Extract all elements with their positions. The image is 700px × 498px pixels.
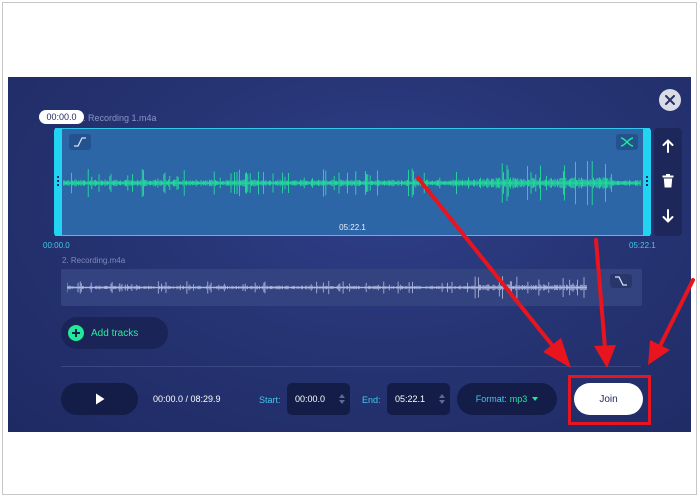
delete-track-button[interactable] [658, 171, 678, 191]
add-tracks-label: Add tracks [91, 327, 139, 339]
playback-time: 00:00.0 / 08:29.9 [153, 394, 221, 404]
track2-waveform[interactable] [61, 269, 642, 306]
play-icon [95, 393, 104, 405]
fade-out-button[interactable] [610, 274, 632, 288]
format-label: Format: [475, 394, 507, 404]
track-tools [654, 128, 682, 236]
play-button[interactable] [61, 383, 138, 415]
track1-waveform-selected[interactable]: 05:22.1 [54, 128, 651, 236]
trim-handle-left[interactable] [54, 128, 62, 236]
swap-button[interactable] [616, 134, 638, 150]
add-tracks-button[interactable]: Add tracks [61, 317, 168, 349]
timeline-end-tick: 05:22.1 [629, 241, 656, 250]
track1-waveform-graphic [63, 161, 641, 205]
format-value: mp3 [509, 394, 528, 404]
start-label: Start: [259, 395, 281, 405]
playhead-time-pill: 00:00.0 [39, 110, 84, 124]
end-time-field[interactable]: 05:22.1 [387, 383, 450, 415]
grip-icon [646, 176, 648, 188]
fade-in-button[interactable] [69, 134, 91, 150]
fade-in-icon [74, 137, 86, 147]
close-icon [665, 95, 675, 105]
start-time-value[interactable]: 00:00.0 [295, 394, 339, 404]
track2-name: 2. Recording.m4a [62, 256, 126, 265]
end-time-value[interactable]: 05:22.1 [395, 394, 439, 404]
track1-name: 2. Recording 1.m4a [78, 113, 157, 123]
divider [61, 366, 641, 367]
trim-handle-right[interactable] [643, 128, 651, 236]
arrow-up-icon [662, 139, 674, 153]
swap-icon [620, 137, 634, 147]
fade-out-icon [615, 276, 627, 286]
start-time-field[interactable]: 00:00.0 [287, 383, 350, 415]
trash-icon [662, 174, 674, 188]
format-dropdown[interactable]: Format: mp3 [457, 383, 557, 415]
track2-waveform-graphic [67, 276, 587, 299]
close-button[interactable] [659, 89, 681, 111]
move-down-button[interactable] [658, 206, 678, 226]
arrow-down-icon [662, 209, 674, 223]
grip-icon [57, 176, 59, 188]
start-time-stepper[interactable] [339, 394, 345, 404]
end-time-stepper[interactable] [439, 394, 445, 404]
move-up-button[interactable] [658, 136, 678, 156]
chevron-down-icon [532, 397, 539, 401]
end-label: End: [362, 395, 381, 405]
annotation-highlight-box [568, 375, 651, 425]
plus-icon [68, 325, 84, 341]
track1-duration: 05:22.1 [339, 223, 366, 232]
timeline-start-tick: 00:00.0 [43, 241, 70, 250]
